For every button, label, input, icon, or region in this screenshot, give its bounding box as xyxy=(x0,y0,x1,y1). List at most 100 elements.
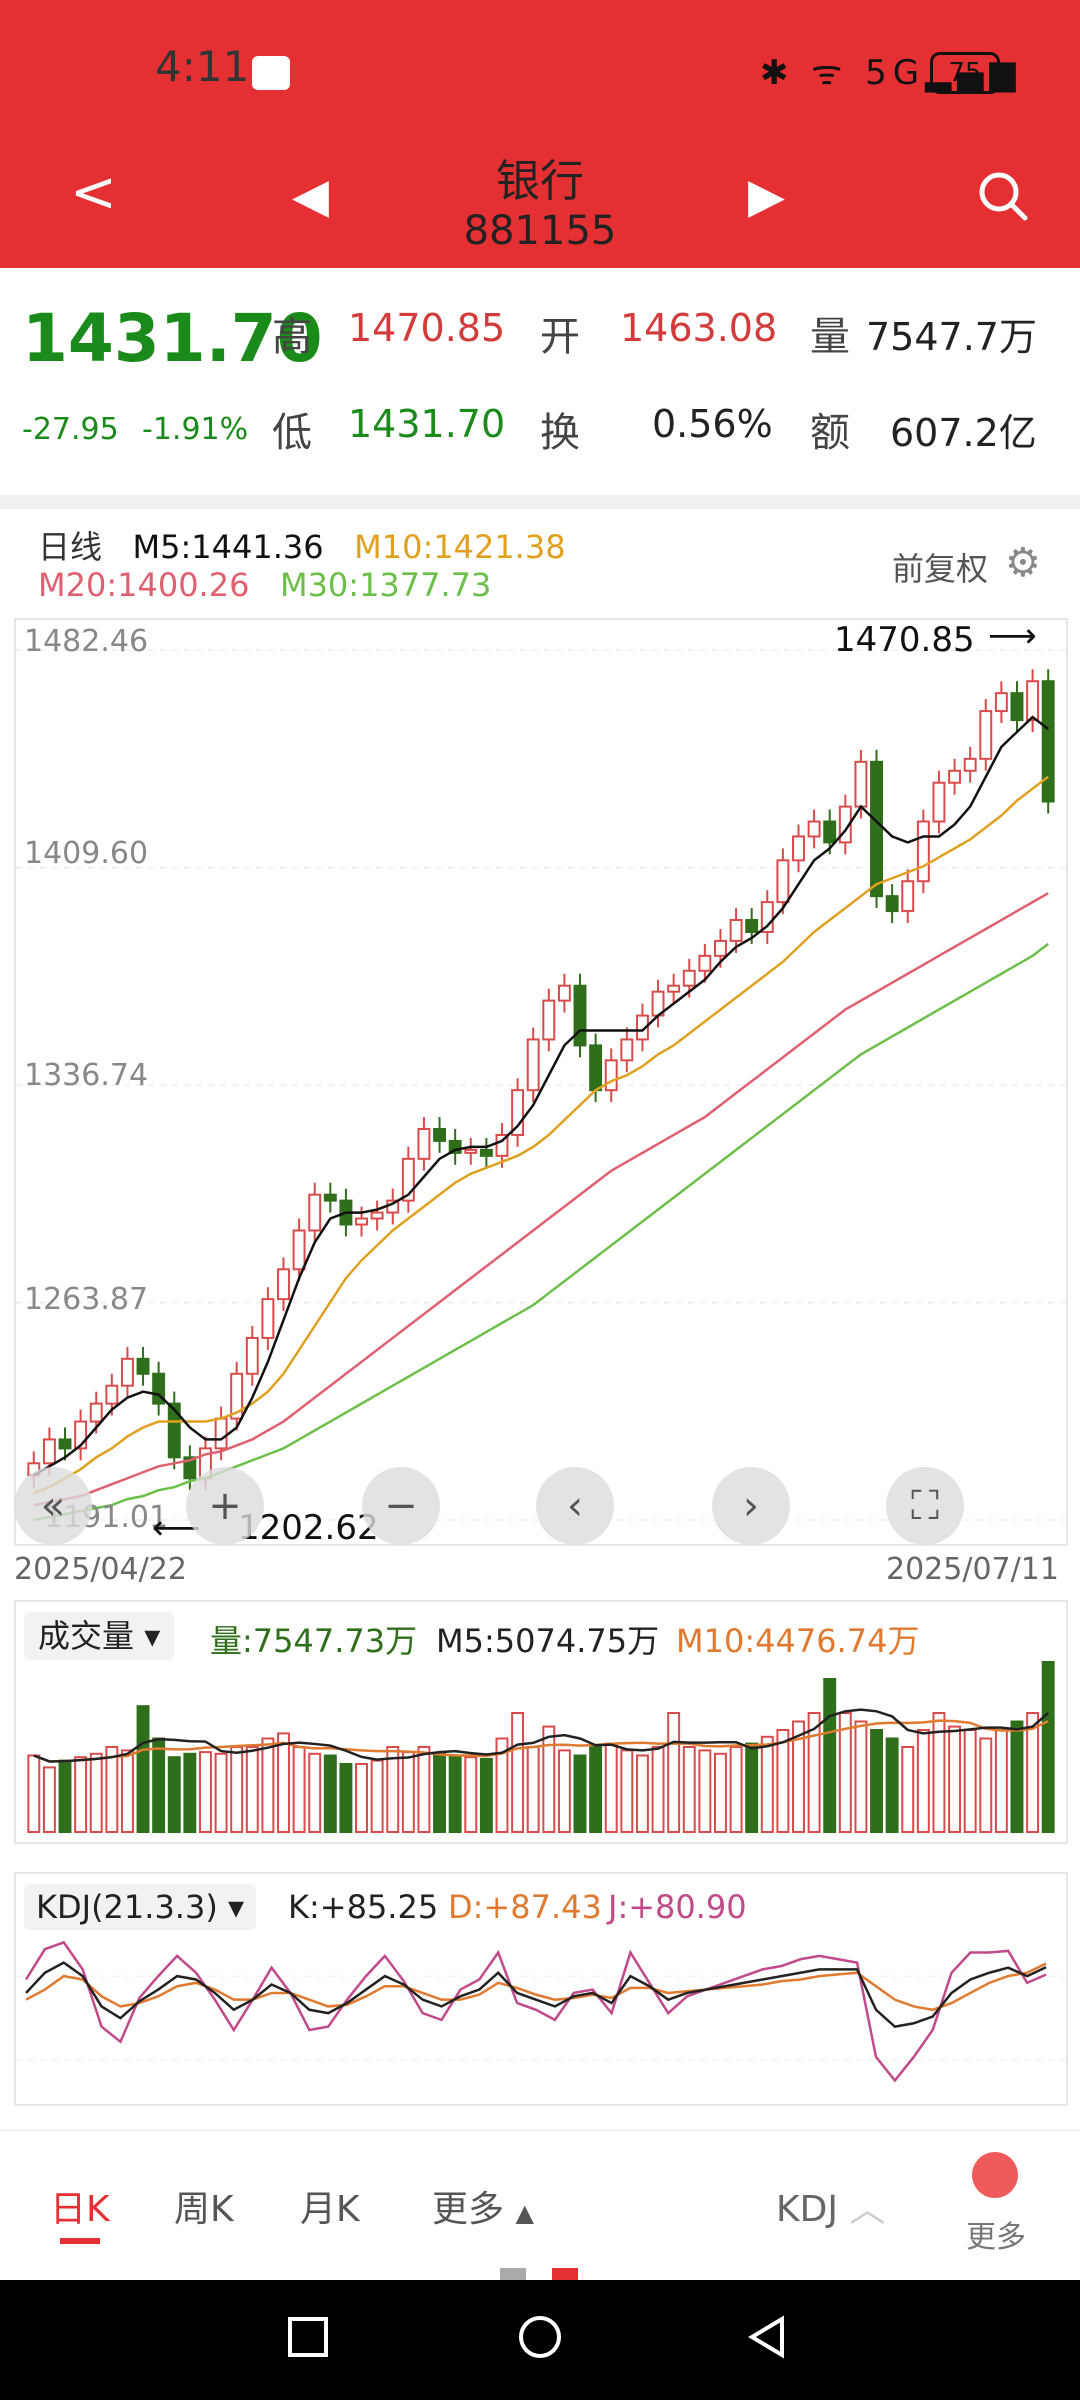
volume-value: 7547.7万 xyxy=(866,315,1037,359)
volume-bar xyxy=(355,1763,368,1833)
scroll-left-button[interactable]: ‹ xyxy=(536,1467,614,1545)
more-menu-label[interactable]: 更多 xyxy=(966,2212,1026,2256)
volume-label: 量 xyxy=(810,314,850,360)
high-value: 1470.85 xyxy=(348,306,506,350)
volume-bar xyxy=(667,1712,681,1833)
adjust-mode-button[interactable]: 前复权 xyxy=(892,544,988,590)
ma30-line xyxy=(33,942,1049,1522)
candle-body xyxy=(792,835,805,862)
max-arrow-icon: ⟶ xyxy=(988,616,1037,656)
volume-bar xyxy=(448,1754,462,1833)
home-button[interactable] xyxy=(516,2310,564,2375)
kdj-toggle[interactable]: KDJ ︿ xyxy=(776,2180,885,2232)
tab-day-k[interactable]: 日K xyxy=(50,2180,110,2232)
volume-bar xyxy=(27,1754,41,1833)
volume-bar xyxy=(152,1737,166,1833)
chevron-up-icon: ▲ xyxy=(515,2199,534,2227)
volume-bar xyxy=(714,1752,727,1833)
volume-bar xyxy=(199,1751,212,1834)
scroll-right-button[interactable]: › xyxy=(712,1467,790,1545)
volume-bar xyxy=(1010,1720,1024,1833)
volume-bar xyxy=(994,1729,1008,1833)
candle-body xyxy=(807,820,821,838)
volume-bar xyxy=(183,1752,197,1833)
recent-apps-button[interactable] xyxy=(284,2310,332,2375)
search-icon[interactable] xyxy=(975,168,1031,238)
candle-body xyxy=(854,760,868,808)
page-dot-active xyxy=(552,2268,578,2280)
volume-bar xyxy=(214,1752,228,1833)
volume-bar xyxy=(542,1725,556,1833)
candle-body xyxy=(105,1384,119,1405)
volume-value-legend: 量:7547.73万 xyxy=(210,1622,418,1660)
fullscreen-icon[interactable]: ⛶ xyxy=(886,1467,964,1545)
candle-body xyxy=(355,1217,368,1226)
nav-back-button[interactable] xyxy=(744,2310,792,2375)
candle-body xyxy=(261,1298,275,1339)
tab-more[interactable]: 更多 ▲ xyxy=(432,2180,534,2232)
candle-body xyxy=(433,1127,447,1142)
volume-bar xyxy=(963,1729,977,1833)
ma20-legend: M20:1400.26 xyxy=(38,566,250,604)
price-change: -27.95 xyxy=(22,412,119,447)
gear-icon[interactable]: ⚙ xyxy=(1005,540,1041,586)
zoom-in-button[interactable]: + xyxy=(186,1467,264,1545)
candle-body xyxy=(1026,680,1040,722)
more-menu-icon[interactable] xyxy=(972,2152,1018,2198)
volume-bar xyxy=(292,1746,306,1833)
kdj-indicator-dropdown[interactable]: KDJ(21.3.3) ▾ xyxy=(24,1884,257,1930)
volume-bar xyxy=(604,1742,618,1834)
candle-body xyxy=(745,919,759,933)
volume-indicator-label: 成交量 xyxy=(38,1617,135,1655)
volume-bar xyxy=(823,1678,837,1833)
section-divider xyxy=(0,495,1080,509)
network-label: 5G xyxy=(865,53,926,93)
candle-body xyxy=(994,692,1008,713)
volume-bar xyxy=(870,1729,883,1833)
volume-bar xyxy=(682,1746,696,1833)
volume-bar xyxy=(776,1729,790,1833)
amount-value: 607.2亿 xyxy=(890,411,1037,455)
volume-m5-legend: M5:5074.75万 xyxy=(436,1622,660,1660)
low-value: 1431.70 xyxy=(348,402,506,446)
ma-legend-row2: M20:1400.26 M30:1377.73 xyxy=(38,566,491,604)
y-tick-4: 1263.87 xyxy=(24,1282,149,1317)
kdj-k-legend: K:+85.25 xyxy=(288,1888,439,1926)
volume-indicator-dropdown[interactable]: 成交量 ▾ xyxy=(24,1612,175,1660)
volume-bar xyxy=(42,1766,56,1833)
zoom-out-button[interactable]: − xyxy=(362,1467,440,1545)
candle-body xyxy=(963,757,977,772)
tab-week-k[interactable]: 周K xyxy=(174,2180,234,2232)
volume-bar xyxy=(433,1752,447,1833)
candle-body xyxy=(136,1357,150,1375)
candle-body xyxy=(89,1402,103,1423)
candle-body xyxy=(589,1044,603,1092)
candle-body xyxy=(729,919,743,942)
volume-bar xyxy=(1026,1712,1040,1833)
ma5-legend: M5:1441.36 xyxy=(132,528,324,566)
volume-bar xyxy=(698,1749,712,1833)
candle-body xyxy=(479,1148,493,1157)
volume-bar xyxy=(230,1746,244,1833)
scroll-start-button[interactable]: « xyxy=(14,1467,92,1545)
end-date: 2025/07/11 xyxy=(886,1552,1059,1587)
open-value: 1463.08 xyxy=(620,306,778,350)
candle-body xyxy=(120,1357,134,1387)
volume-bar xyxy=(573,1754,587,1833)
candle-body xyxy=(885,895,899,913)
tab-month-k[interactable]: 月K xyxy=(300,2180,360,2232)
candlestick-svg xyxy=(16,649,1066,1522)
volume-bar xyxy=(526,1746,540,1833)
volume-bar xyxy=(916,1729,930,1833)
volume-bar xyxy=(105,1746,119,1833)
candle-body xyxy=(323,1193,337,1202)
candle-body xyxy=(292,1229,306,1271)
candlestick-chart[interactable] xyxy=(14,618,1068,1546)
bottom-tab-bar xyxy=(0,2130,1080,2281)
volume-bar xyxy=(261,1737,275,1833)
volume-bar xyxy=(339,1763,353,1833)
next-stock-button[interactable]: ▶ xyxy=(748,168,785,224)
volume-bar xyxy=(89,1752,103,1833)
period-label: 日线 xyxy=(38,528,103,566)
kdj-indicator-label: KDJ(21.3.3) xyxy=(36,1888,218,1926)
